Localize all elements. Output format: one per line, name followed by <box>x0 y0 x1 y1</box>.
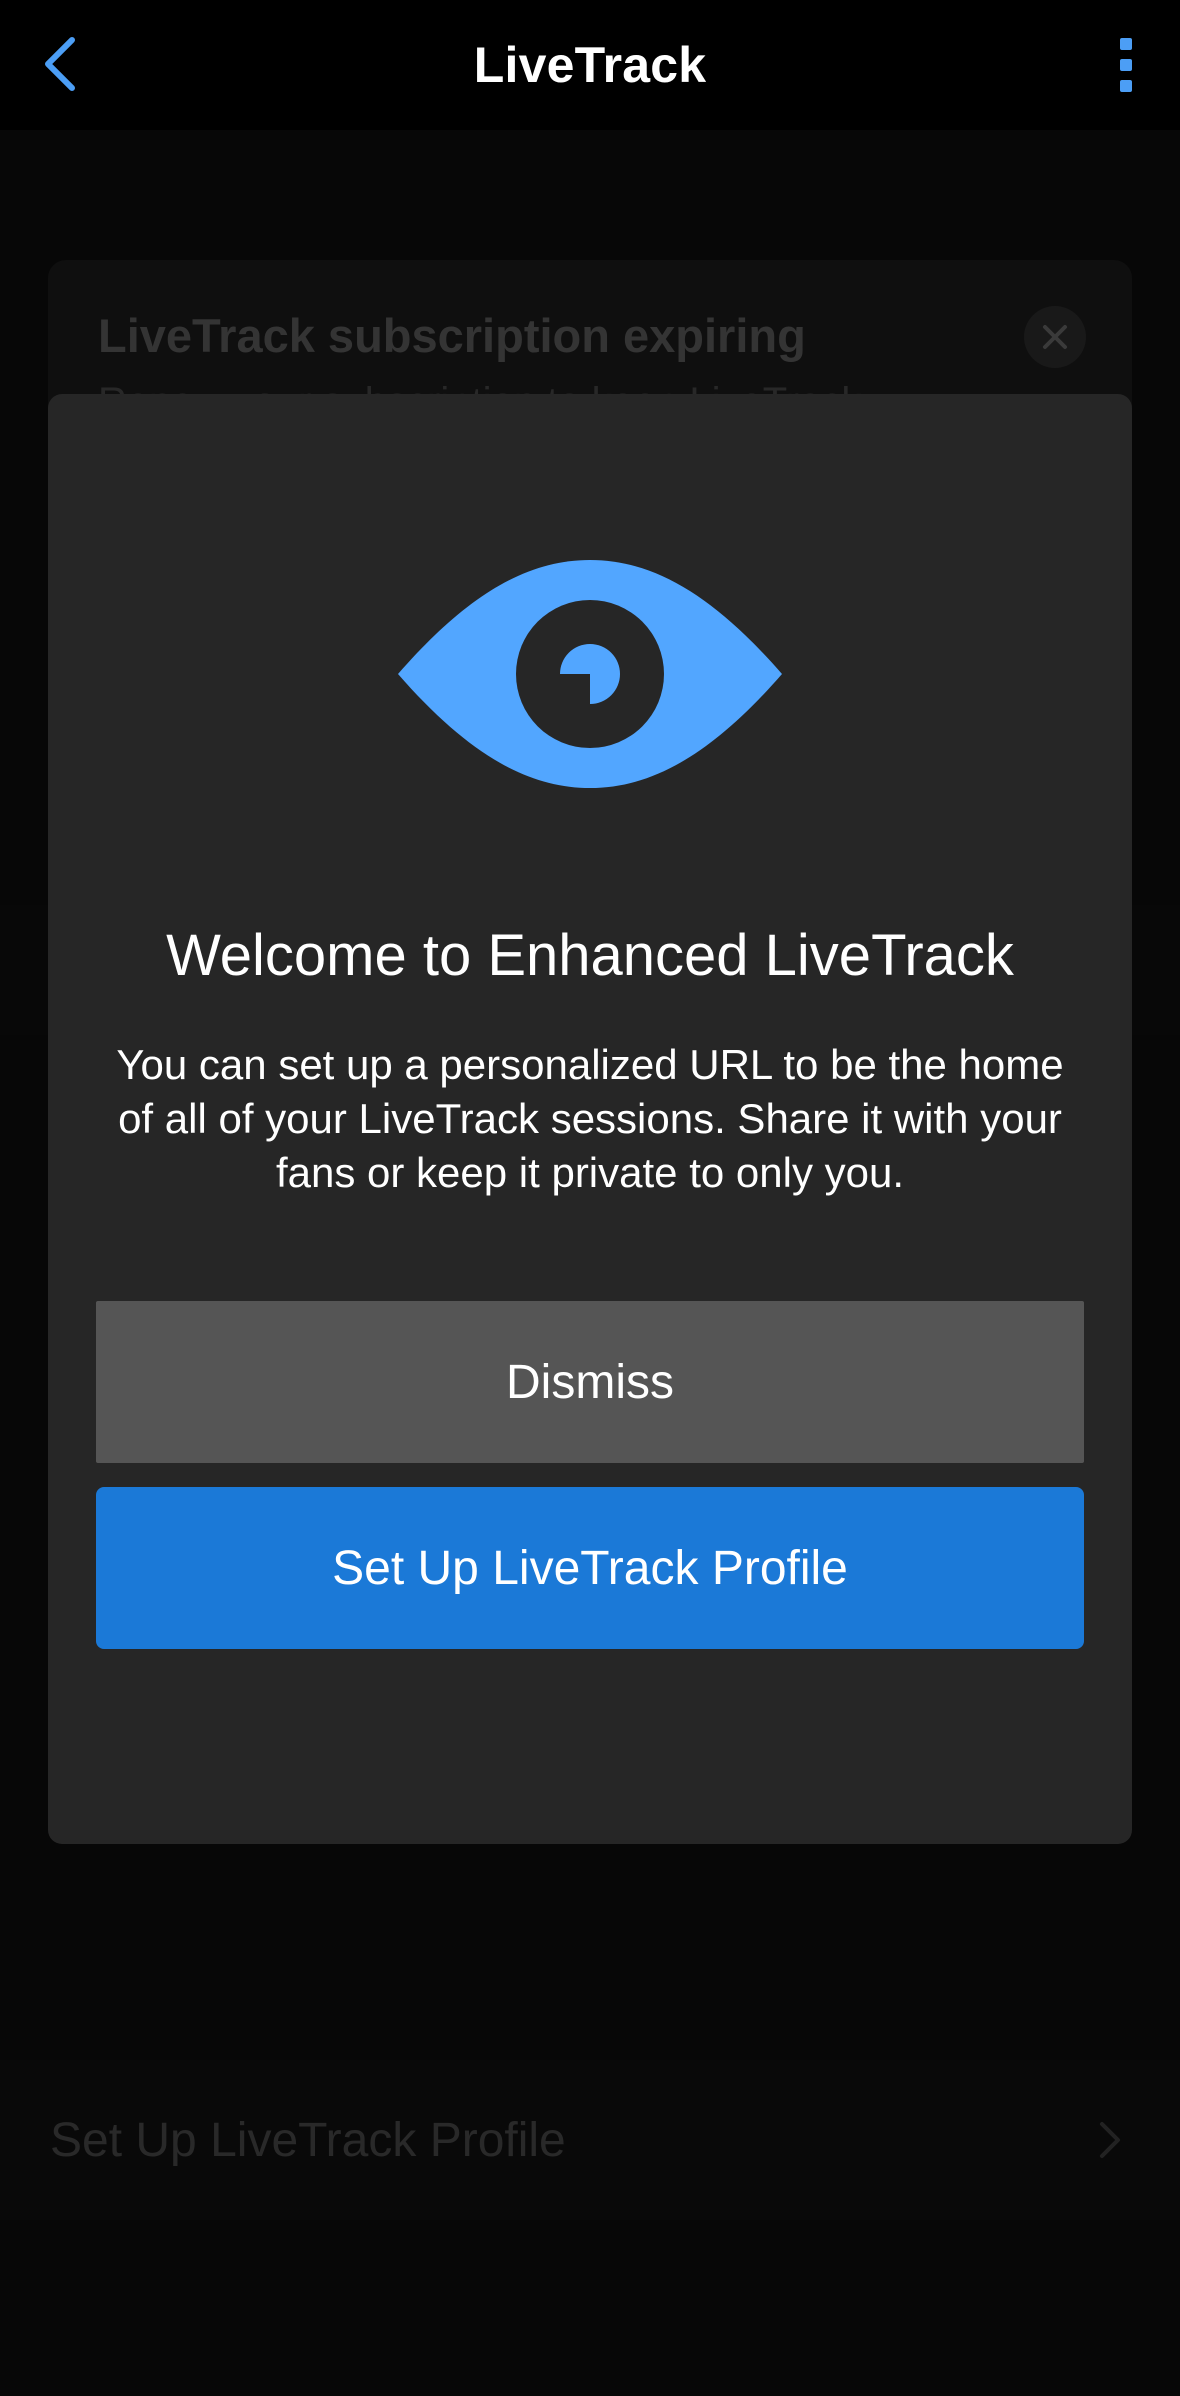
nav-bar: LiveTrack <box>0 0 1180 130</box>
setup-livetrack-profile-button[interactable]: Set Up LiveTrack Profile <box>96 1487 1084 1649</box>
welcome-dialog: Welcome to Enhanced LiveTrack You can se… <box>48 394 1132 1844</box>
back-button[interactable] <box>28 28 92 100</box>
more-options-button[interactable] <box>1108 30 1144 100</box>
kebab-dot <box>1120 59 1132 71</box>
dismiss-button[interactable]: Dismiss <box>96 1301 1084 1463</box>
dialog-title: Welcome to Enhanced LiveTrack <box>166 923 1014 988</box>
eye-icon <box>398 560 782 788</box>
page-title: LiveTrack <box>473 37 707 93</box>
chevron-left-icon <box>45 37 75 91</box>
dialog-body: You can set up a personalized URL to be … <box>116 1041 1064 1196</box>
screen: LiveTrack LiveTrack subscription expirin… <box>0 0 1180 2396</box>
kebab-menu-icon <box>1120 38 1132 50</box>
kebab-dot <box>1120 80 1132 92</box>
